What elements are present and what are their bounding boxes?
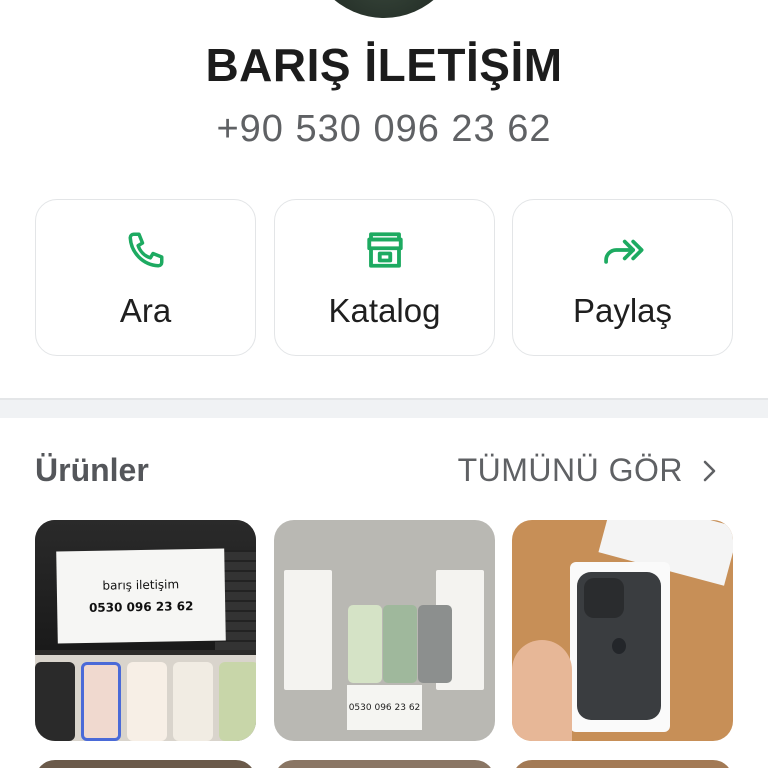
share-label: Paylaş bbox=[572, 292, 673, 329]
product-image-note: 0530 096 23 62 bbox=[347, 685, 422, 730]
note-line-1: barış iletişim bbox=[102, 577, 180, 593]
see-all-label: TÜMÜNÜ GÖR bbox=[457, 452, 683, 488]
call-button[interactable]: Ara bbox=[35, 199, 256, 356]
phone-icon bbox=[124, 228, 168, 272]
catalog-button[interactable]: Katalog bbox=[274, 199, 495, 356]
product-thumbnail[interactable] bbox=[274, 760, 495, 768]
profile-avatar[interactable] bbox=[304, 0, 464, 18]
note-line-2: 0530 096 23 62 bbox=[88, 599, 194, 615]
product-thumbnail[interactable]: 0530 096 23 62 bbox=[274, 520, 495, 741]
share-button[interactable]: Paylaş bbox=[512, 199, 733, 356]
product-thumbnail[interactable]: barış iletişim 0530 096 23 62 bbox=[35, 520, 256, 741]
call-label: Ara bbox=[119, 292, 172, 329]
catalog-label: Katalog bbox=[328, 292, 441, 329]
product-thumbnail[interactable] bbox=[512, 760, 733, 768]
see-all-link[interactable]: TÜMÜNÜ GÖR bbox=[458, 452, 721, 489]
business-phone: +90 530 096 23 62 bbox=[216, 108, 552, 150]
product-thumbnail[interactable] bbox=[512, 520, 733, 741]
products-title: Ürünler bbox=[35, 452, 149, 488]
product-thumbnail[interactable] bbox=[35, 760, 256, 768]
chevron-right-icon bbox=[701, 456, 721, 486]
section-divider bbox=[0, 398, 768, 418]
share-forward-icon bbox=[601, 228, 645, 272]
business-name: BARIŞ İLETİŞİM bbox=[205, 39, 563, 91]
storefront-icon bbox=[363, 228, 407, 272]
product-image-note: barış iletişim 0530 096 23 62 bbox=[56, 548, 226, 644]
